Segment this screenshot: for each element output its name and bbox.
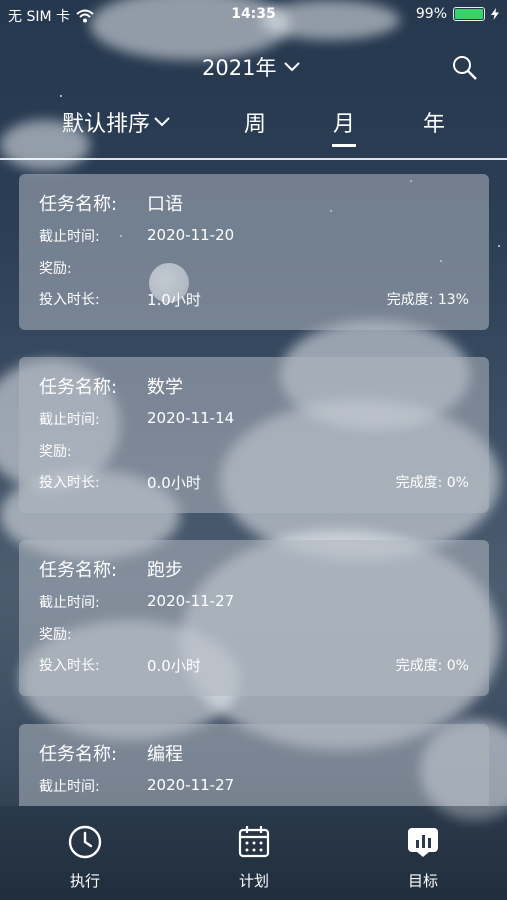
deadline-value: 2020-11-27 [147,592,235,610]
reward-label: 奖励: [39,261,72,277]
task-name-label: 任务名称: [39,194,118,215]
tabbar-plan-label: 计划 [238,872,269,890]
progress-value: 完成度: 0% [395,475,469,491]
tabbar-execute[interactable]: 执行 [45,824,125,891]
hours-value: 1.0小时 [147,291,201,309]
task-name: 口语 [147,194,183,215]
year-selector-row: 2021年 [0,52,507,84]
reward-label: 奖励: [39,627,72,643]
task-card[interactable]: 任务名称: 口语 截止时间: 2020-11-20 奖励: 投入时长: 1.0小… [19,174,489,330]
sort-dropdown[interactable]: 默认排序 [62,106,170,138]
tabbar-execute-label: 执行 [69,872,100,890]
battery-icon [453,7,485,21]
deadline-label: 截止时间: [39,412,100,428]
battery-fill [455,9,483,19]
deadline-value: 2020-11-20 [147,226,235,244]
chevron-down-icon [284,62,301,72]
calendar-icon [238,826,270,858]
deadline-value: 2020-11-14 [147,409,235,427]
hours-label: 投入时长: [39,292,100,308]
task-name-label: 任务名称: [39,744,118,765]
task-name-label: 任务名称: [39,377,118,398]
task-card[interactable]: 任务名称: 数学 截止时间: 2020-11-14 奖励: 投入时长: 0.0小… [19,357,489,513]
bottom-tab-bar: 执行 计划 目标 [0,806,507,900]
hours-value: 0.0小时 [147,657,201,675]
tabbar-plan[interactable]: 计划 [214,824,294,891]
tab-month[interactable]: 月 [332,106,356,147]
task-name-label: 任务名称: [39,560,118,581]
hours-label: 投入时长: [39,475,100,491]
status-bar: 无 SIM 卡 14:35 99% [0,0,507,30]
deadline-label: 截止时间: [39,595,100,611]
tab-year[interactable]: 年 [423,106,445,138]
search-icon[interactable] [451,54,479,82]
chart-icon [408,828,438,857]
period-tabs: 默认排序 周 月 年 [0,106,507,156]
year-label: 2021年 [202,56,277,80]
tabbar-goal-label: 目标 [407,872,438,890]
active-tab-indicator [332,144,356,147]
task-card[interactable]: 任务名称: 编程 截止时间: 2020-11-27 [19,724,489,806]
task-name: 跑步 [147,560,183,581]
hours-value: 0.0小时 [147,474,201,492]
chevron-down-icon [154,117,170,127]
deadline-label: 截止时间: [39,229,100,245]
sort-label: 默认排序 [62,112,151,137]
tab-week[interactable]: 周 [244,106,266,138]
header-divider [0,158,507,160]
task-card[interactable]: 任务名称: 跑步 截止时间: 2020-11-27 奖励: 投入时长: 0.0小… [19,540,489,696]
charging-icon [491,8,499,20]
task-name: 编程 [147,744,183,765]
tab-month-label: 月 [333,112,356,137]
battery-percent: 99% [415,6,447,22]
reward-label: 奖励: [39,444,72,460]
tabbar-goal[interactable]: 目标 [383,824,463,891]
hours-label: 投入时长: [39,658,100,674]
clock-icon [68,825,102,859]
year-dropdown[interactable]: 2021年 [202,52,301,82]
task-name: 数学 [147,377,183,398]
progress-value: 完成度: 13% [386,292,469,308]
deadline-value: 2020-11-27 [147,776,235,794]
deadline-label: 截止时间: [39,779,100,795]
progress-value: 完成度: 0% [395,658,469,674]
